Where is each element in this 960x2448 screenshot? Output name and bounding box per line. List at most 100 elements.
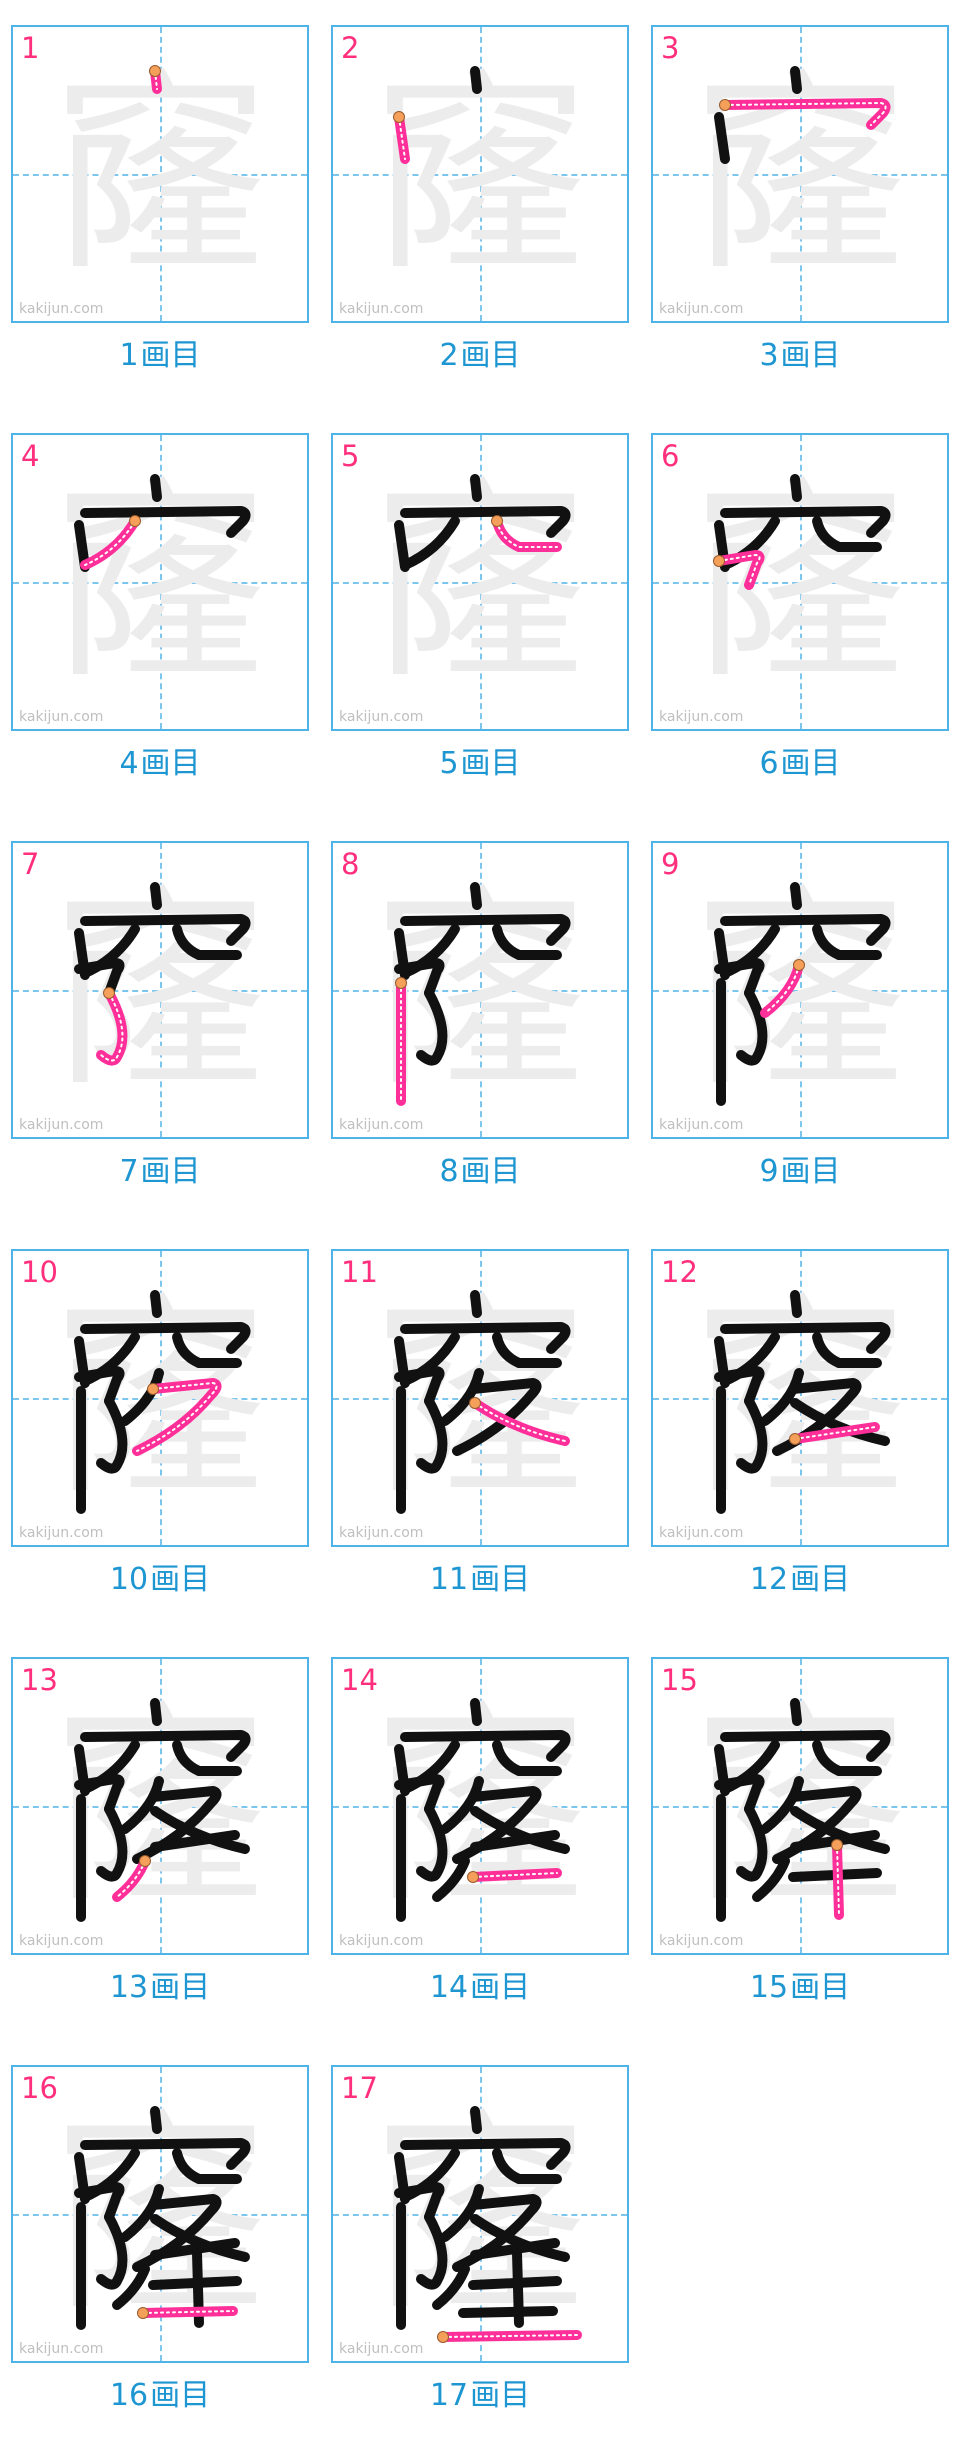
step-caption: 8画目	[331, 1146, 629, 1190]
completed-stroke	[760, 1368, 804, 1426]
step-caption: 9画目	[651, 1146, 949, 1190]
step-caption-suffix: 画目	[780, 338, 841, 373]
step-number: 3	[661, 31, 680, 65]
stroke-start-dot	[437, 2331, 449, 2343]
stroke-drawing	[394, 1290, 571, 1514]
stroke-step-cell: 窿 8 kakijun.com 8画目	[320, 816, 640, 1224]
step-number: 5	[341, 439, 360, 473]
stroke-start-dot	[793, 959, 805, 971]
step-caption-suffix: 画目	[790, 1970, 851, 2005]
step-caption-number: 2	[439, 338, 459, 373]
step-caption: 7画目	[11, 1146, 309, 1190]
completed-stroke	[790, 1290, 802, 1318]
completed-stroke	[400, 1322, 571, 1354]
current-stroke	[80, 516, 140, 570]
watermark: kakijun.com	[659, 709, 744, 725]
completed-stroke	[150, 474, 162, 502]
stroke-drawing	[393, 66, 482, 164]
watermark: kakijun.com	[19, 301, 104, 317]
step-caption-suffix: 画目	[470, 1562, 531, 1597]
stroke-drawing	[74, 1290, 251, 1514]
stroke-step-box: 窿 8 kakijun.com	[331, 841, 629, 1139]
stroke-step-box: 窿 13 kakijun.com	[11, 1657, 309, 1955]
completed-stroke	[790, 474, 802, 502]
step-caption: 10画目	[11, 1554, 309, 1598]
step-caption: 12画目	[651, 1554, 949, 1598]
step-caption-number: 11	[429, 1562, 469, 1597]
step-caption-number: 16	[109, 2378, 149, 2413]
completed-stroke	[120, 1776, 164, 1834]
stroke-start-dot	[491, 515, 503, 527]
stroke-drawing	[714, 66, 891, 164]
stroke-drawing	[714, 882, 891, 1106]
stroke-step-cell: 窿 7 kakijun.com 7画目	[0, 816, 320, 1224]
step-caption-number: 7	[119, 1154, 139, 1189]
completed-stroke	[80, 506, 251, 538]
stroke-step-cell: 窿 1 kakijun.com 1画目	[0, 0, 320, 408]
stroke-start-dot	[129, 515, 141, 527]
watermark: kakijun.com	[19, 1117, 104, 1133]
stroke-step-cell: 窿 2 kakijun.com 2画目	[320, 0, 640, 408]
completed-stroke	[416, 1804, 448, 1882]
completed-stroke	[416, 2212, 448, 2290]
stroke-drawing	[149, 65, 162, 94]
completed-stroke	[790, 882, 802, 910]
stroke-step-box: 窿 16 kakijun.com	[11, 2065, 309, 2363]
step-caption-number: 3	[759, 338, 779, 373]
step-caption-number: 15	[749, 1970, 789, 2005]
stroke-step-cell: 窿 11 kakijun.com 11画目	[320, 1224, 640, 1632]
stroke-start-dot	[147, 1383, 159, 1395]
stroke-step-cell: 窿 6 kakijun.com 6画目	[640, 408, 960, 816]
stroke-step-box: 窿 7 kakijun.com	[11, 841, 309, 1139]
watermark: kakijun.com	[659, 1933, 744, 1949]
stroke-step-box: 窿 11 kakijun.com	[331, 1249, 629, 1547]
step-number: 9	[661, 847, 680, 881]
step-caption-suffix: 画目	[460, 338, 521, 373]
completed-stroke	[470, 474, 482, 502]
completed-stroke	[96, 1804, 128, 1882]
stroke-start-dot	[467, 1871, 479, 1883]
step-caption: 2画目	[331, 330, 629, 374]
stroke-step-box: 窿 2 kakijun.com	[331, 25, 629, 323]
current-stroke	[760, 960, 804, 1018]
completed-stroke	[790, 1698, 802, 1726]
step-caption-suffix: 画目	[150, 1970, 211, 2005]
stroke-step-cell: 窿 14 kakijun.com 14画目	[320, 1632, 640, 2040]
watermark: kakijun.com	[659, 1525, 744, 1541]
step-number: 17	[341, 2071, 378, 2105]
step-caption-number: 6	[759, 746, 779, 781]
step-caption-number: 1	[119, 338, 139, 373]
step-caption: 17画目	[331, 2370, 629, 2414]
stroke-start-dot	[789, 1433, 801, 1445]
step-caption-suffix: 画目	[150, 1562, 211, 1597]
watermark: kakijun.com	[19, 709, 104, 725]
watermark: kakijun.com	[339, 1117, 424, 1133]
step-caption-number: 17	[429, 2378, 469, 2413]
completed-stroke	[96, 2212, 128, 2290]
watermark: kakijun.com	[339, 2341, 424, 2357]
stroke-step-cell: 窿 9 kakijun.com 9画目	[640, 816, 960, 1224]
completed-stroke	[720, 1730, 891, 1762]
watermark: kakijun.com	[339, 1933, 424, 1949]
watermark: kakijun.com	[339, 301, 424, 317]
step-number: 16	[21, 2071, 58, 2105]
step-caption-number: 4	[119, 746, 139, 781]
step-caption-number: 13	[109, 1970, 149, 2005]
stroke-step-box: 窿 12 kakijun.com	[651, 1249, 949, 1547]
completed-stroke	[760, 1776, 804, 1834]
watermark: kakijun.com	[659, 1117, 744, 1133]
stroke-start-dot	[139, 1855, 151, 1867]
step-number: 1	[21, 31, 40, 65]
stroke-step-box: 窿 15 kakijun.com	[651, 1657, 949, 1955]
step-caption: 15画目	[651, 1962, 949, 2006]
watermark: kakijun.com	[339, 1525, 424, 1541]
completed-stroke	[736, 1396, 768, 1474]
completed-stroke	[720, 1322, 891, 1354]
stroke-start-dot	[137, 2307, 149, 2319]
completed-stroke	[120, 2184, 164, 2242]
completed-stroke	[720, 914, 891, 946]
stroke-drawing	[74, 882, 251, 1066]
stroke-step-box: 窿 14 kakijun.com	[331, 1657, 629, 1955]
stroke-step-cell: 窿 10 kakijun.com 10画目	[0, 1224, 320, 1632]
stroke-step-box: 窿 3 kakijun.com	[651, 25, 949, 323]
